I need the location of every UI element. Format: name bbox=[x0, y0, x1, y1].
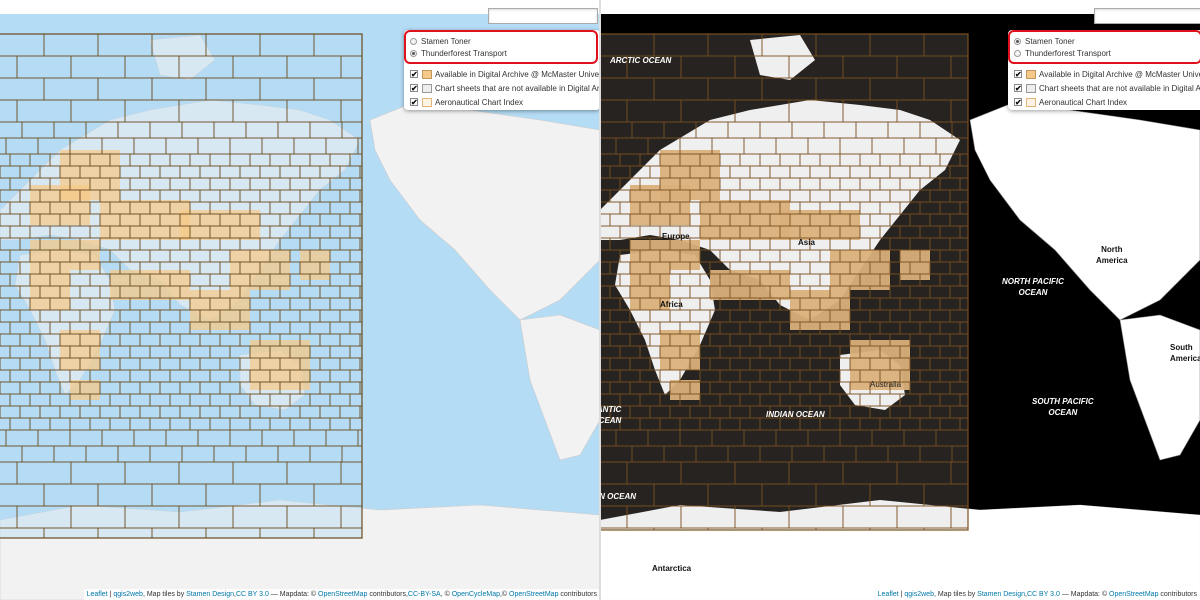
attr-text: contributors, bbox=[367, 591, 408, 598]
checkbox-available[interactable]: ✔ bbox=[410, 70, 418, 79]
available-region bbox=[300, 250, 330, 280]
overlay-label: Aeronautical Chart Index bbox=[1039, 97, 1128, 107]
label-south-atlantic: SOUTH ATLANTIC OCEAN bbox=[600, 405, 622, 425]
search-input[interactable] bbox=[488, 8, 598, 24]
stamen-link[interactable]: Stamen Design bbox=[186, 591, 234, 598]
checkbox-index[interactable]: ✔ bbox=[410, 98, 418, 107]
checkbox-index[interactable]: ✔ bbox=[1014, 98, 1022, 107]
basemap-highlight bbox=[404, 30, 598, 64]
overlay-index[interactable]: ✔ Aeronautical Chart Index bbox=[1014, 96, 1127, 108]
available-region bbox=[670, 380, 700, 400]
checkbox-not-available[interactable]: ✔ bbox=[410, 84, 418, 93]
leaflet-link[interactable]: Leaflet bbox=[87, 591, 108, 598]
qgis2web-link[interactable]: qgis2web bbox=[113, 591, 143, 598]
label-north-america: North America bbox=[1096, 245, 1128, 265]
attr-text: — Mapdata: © bbox=[1059, 591, 1110, 598]
continent-antarctica-inner bbox=[600, 500, 1200, 600]
label-north-pacific: NORTH PACIFIC OCEAN bbox=[1002, 277, 1064, 297]
label-antarctica: Antarctica bbox=[652, 564, 692, 573]
chart-index-grid bbox=[0, 33, 363, 539]
osm-link[interactable]: OpenStreetMap bbox=[1109, 591, 1158, 598]
label-south-pacific: SOUTH PACIFIC OCEAN bbox=[1032, 397, 1094, 417]
available-region bbox=[900, 250, 930, 280]
osm-link[interactable]: OpenStreetMap bbox=[318, 591, 367, 598]
label-arctic-ocean: ARCTIC OCEAN bbox=[610, 56, 672, 65]
swatch-available bbox=[422, 69, 432, 79]
ccby-link[interactable]: CC BY 3.0 bbox=[1027, 591, 1060, 598]
left-map-panel[interactable]: Stamen Toner Thunderforest Transport ✔ A… bbox=[0, 0, 600, 600]
basemap-highlight bbox=[1008, 30, 1200, 64]
ccbysa-link[interactable]: CC-BY-SA bbox=[408, 591, 441, 598]
label-south-america: South America bbox=[1170, 343, 1200, 363]
available-region bbox=[30, 240, 100, 270]
attr-text: ,© bbox=[499, 591, 510, 598]
attr-text: — Mapdata: © bbox=[268, 591, 319, 598]
swatch-not-available bbox=[422, 83, 432, 93]
label-australia: Australia bbox=[870, 380, 902, 389]
qgis2web-link[interactable]: qgis2web bbox=[904, 591, 934, 598]
label-indian-ocean: INDIAN OCEAN bbox=[766, 410, 825, 419]
overlay-available[interactable]: ✔ Available in Digital Archive @ McMaste… bbox=[410, 68, 600, 80]
attr-text: , Map tiles by bbox=[142, 591, 187, 598]
overlay-label: Available in Digital Archive @ McMaster … bbox=[1039, 69, 1200, 79]
checkbox-not-available[interactable]: ✔ bbox=[1014, 84, 1022, 93]
overlay-label: Chart sheets that are not available in D… bbox=[435, 83, 600, 93]
swatch-available bbox=[1026, 69, 1036, 79]
panel-divider bbox=[599, 0, 601, 600]
overlay-index[interactable]: ✔ Aeronautical Chart Index bbox=[410, 96, 523, 108]
swatch-not-available bbox=[1026, 83, 1036, 93]
attr-text: , © bbox=[440, 591, 452, 598]
attr-text: contributors bbox=[1158, 591, 1197, 598]
overlay-not-available[interactable]: ✔ Chart sheets that are not available in… bbox=[1014, 82, 1200, 94]
right-map-panel[interactable]: ARCTIC OCEAN Europe Asia Africa Australi… bbox=[600, 0, 1200, 600]
available-region bbox=[700, 200, 790, 240]
swatch-index bbox=[422, 97, 432, 107]
label-africa: Africa bbox=[660, 300, 683, 309]
ccby-link[interactable]: CC BY 3.0 bbox=[236, 591, 269, 598]
label-europe: Europe bbox=[662, 232, 690, 241]
overlay-label: Aeronautical Chart Index bbox=[435, 97, 524, 107]
attr-text: contributors bbox=[558, 591, 597, 598]
stamen-link[interactable]: Stamen Design bbox=[977, 591, 1025, 598]
overlay-not-available[interactable]: ✔ Chart sheets that are not available in… bbox=[410, 82, 600, 94]
available-region bbox=[70, 380, 100, 400]
available-region bbox=[100, 200, 190, 240]
ocm-link[interactable]: OpenCycleMap bbox=[452, 591, 500, 598]
label-asia: Asia bbox=[798, 238, 815, 247]
attribution: Leaflet | qgis2web, Map tiles by Stamen … bbox=[874, 589, 1200, 600]
checkbox-available[interactable]: ✔ bbox=[1014, 70, 1022, 79]
osm-link-2[interactable]: OpenStreetMap bbox=[509, 591, 558, 598]
available-region bbox=[630, 240, 700, 270]
overlay-label: Available in Digital Archive @ McMaster … bbox=[435, 69, 600, 79]
leaflet-link[interactable]: Leaflet bbox=[878, 591, 899, 598]
attr-text: , Map tiles by bbox=[933, 591, 978, 598]
label-southern-ocean: SOUTHERN OCEAN bbox=[600, 492, 637, 501]
attribution: Leaflet | qgis2web, Map tiles by Stamen … bbox=[83, 589, 600, 600]
swatch-index bbox=[1026, 97, 1036, 107]
overlay-available[interactable]: ✔ Available in Digital Archive @ McMaste… bbox=[1014, 68, 1200, 80]
overlay-label: Chart sheets that are not available in D… bbox=[1039, 83, 1200, 93]
search-input[interactable] bbox=[1094, 8, 1200, 24]
